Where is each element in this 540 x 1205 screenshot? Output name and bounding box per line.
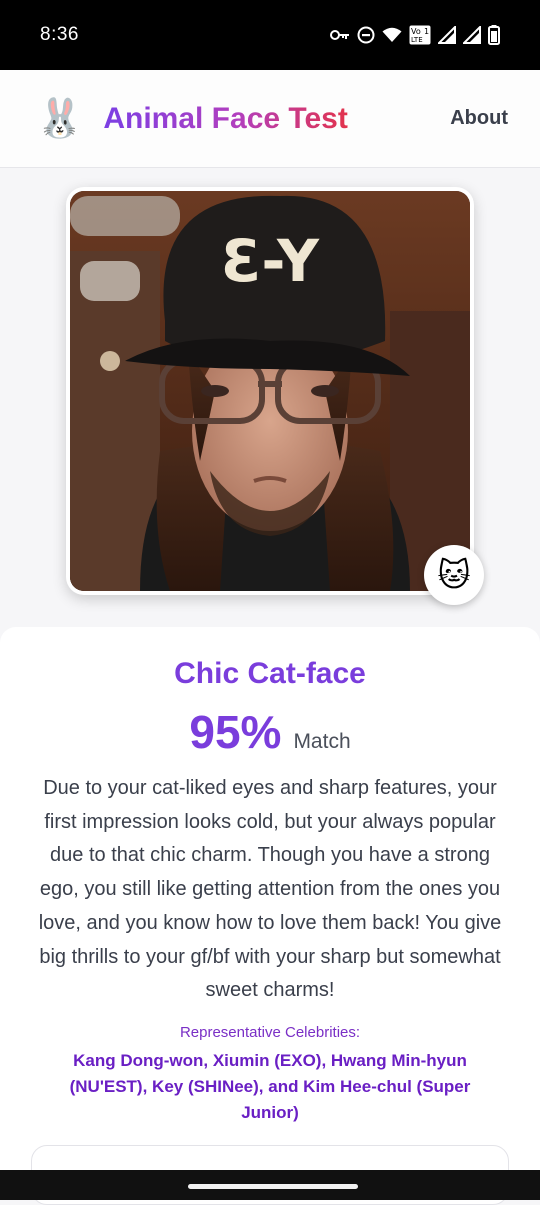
key-icon xyxy=(330,28,350,42)
result-title: Chic Cat-face xyxy=(174,657,366,690)
app-header: 🐰 Animal Face Test About xyxy=(0,70,540,168)
battery-icon xyxy=(488,25,500,45)
status-icons: Vo LTE 1 xyxy=(330,25,500,45)
home-gesture-handle[interactable] xyxy=(188,1184,358,1189)
about-link[interactable]: About xyxy=(450,107,508,130)
uploaded-face-photo: Ɛ-Y xyxy=(70,191,470,591)
uploaded-photo-card: Ɛ-Y xyxy=(66,187,474,595)
celebrities-list: Kang Dong-won, Xiumin (EXO), Hwang Min-h… xyxy=(69,1051,471,1122)
svg-text:LTE: LTE xyxy=(411,36,423,44)
volte-icon: Vo LTE 1 xyxy=(409,25,431,45)
rabbit-logo-icon[interactable]: 🐰 xyxy=(36,100,83,138)
signal-icon xyxy=(463,26,481,44)
app-title[interactable]: Animal Face Test xyxy=(103,102,348,136)
cat-badge-icon: 🐱 xyxy=(424,545,484,605)
do-not-disturb-icon xyxy=(357,26,375,44)
status-bar: 8:36 Vo LTE 1 xyxy=(0,0,540,70)
svg-text:Vo: Vo xyxy=(411,27,421,36)
signal-icon xyxy=(438,26,456,44)
match-percent: 95% xyxy=(189,706,282,758)
match-label: Match xyxy=(293,730,351,753)
cap-logo-text: Ɛ-Y xyxy=(221,227,320,295)
svg-text:1: 1 xyxy=(424,27,429,36)
result-description: Due to your cat-liked eyes and sharp fea… xyxy=(38,777,502,1002)
celebrities-heading: Representative Celebrities: xyxy=(179,1024,361,1041)
match-row: 95% Match xyxy=(0,705,540,759)
status-time: 8:36 xyxy=(40,24,79,45)
result-panel: Chic Cat-face 95% Match Due to your cat-… xyxy=(0,627,540,1205)
wifi-icon xyxy=(382,27,402,43)
navigation-bar xyxy=(0,1170,540,1200)
